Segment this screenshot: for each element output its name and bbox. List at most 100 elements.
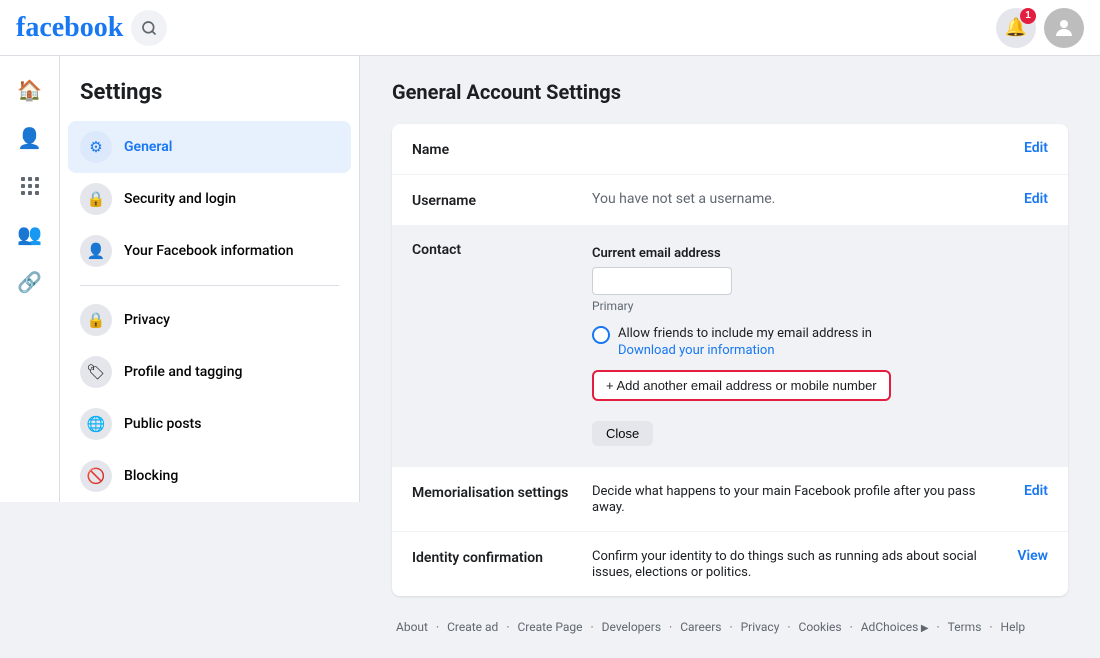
- identity-label: Identity confirmation: [412, 548, 592, 566]
- sidebar-item-public-posts[interactable]: 🌐 Public posts: [68, 398, 351, 450]
- facebook-logo: facebook: [16, 12, 123, 44]
- footer-separator: ·: [787, 620, 790, 634]
- sidebar-item-label: General: [124, 139, 172, 155]
- footer-separator: ·: [850, 620, 853, 634]
- sidebar-item-label: Profile and tagging: [124, 364, 242, 380]
- settings-sidebar: Settings ⚙ General 🔒 Security and login …: [60, 56, 360, 502]
- download-info-link[interactable]: Download your information: [618, 343, 872, 358]
- radio-dot: [597, 331, 605, 339]
- footer-link[interactable]: Create ad: [447, 620, 498, 634]
- memorialisation-edit-link[interactable]: Edit: [1024, 483, 1048, 499]
- close-button[interactable]: Close: [592, 421, 653, 446]
- username-row: Username You have not set a username. Ed…: [392, 175, 1068, 226]
- identity-desc: Confirm your identity to do things such …: [592, 549, 977, 580]
- identity-action: View: [1001, 548, 1048, 564]
- sidebar-item-blocking[interactable]: 🚫 Blocking: [68, 450, 351, 502]
- name-edit-link[interactable]: Edit: [1024, 140, 1048, 156]
- main-content: General Account Settings Name Edit Usern…: [360, 56, 1100, 658]
- footer-separator: ·: [669, 620, 672, 634]
- allow-friends-radio[interactable]: [592, 326, 610, 344]
- footer-link[interactable]: Careers: [680, 620, 721, 634]
- avatar-circle: [1044, 8, 1084, 48]
- blocking-icon: 🚫: [80, 460, 112, 492]
- search-icon: [141, 20, 157, 36]
- add-email-wrapper: + Add another email address or mobile nu…: [592, 370, 1048, 411]
- sidebar-item-label: Privacy: [124, 312, 170, 328]
- footer-link[interactable]: Developers: [602, 620, 661, 634]
- username-value: You have not set a username.: [592, 191, 775, 207]
- footer: About · Create ad · Create Page · Developers · C…: [392, 620, 1068, 634]
- contact-label: Contact: [412, 242, 592, 258]
- footer-separator: ·: [506, 620, 509, 634]
- sidebar-item-profile-tagging[interactable]: 🏷 Profile and tagging: [68, 346, 351, 398]
- general-icon: ⚙: [80, 131, 112, 163]
- contact-content: Current email address Primary Allow frie…: [592, 242, 1048, 450]
- footer-separator: ·: [729, 620, 732, 634]
- footer-link[interactable]: Privacy: [741, 620, 780, 634]
- notifications-button[interactable]: 🔔 1: [996, 8, 1036, 48]
- footer-link[interactable]: Help: [1001, 620, 1026, 634]
- nav-left: facebook: [16, 10, 167, 46]
- footer-link[interactable]: About: [396, 620, 428, 634]
- privacy-icon: 🔒: [80, 304, 112, 336]
- sidebar-divider: [80, 285, 339, 286]
- email-section-label: Current email address: [592, 246, 1048, 261]
- sidebar-item-security[interactable]: 🔒 Security and login: [68, 173, 351, 225]
- home-nav-button[interactable]: 🏠: [8, 68, 52, 112]
- memorialisation-action: Edit: [1008, 483, 1048, 499]
- footer-link[interactable]: Terms: [948, 620, 982, 634]
- footer-separator: ·: [989, 620, 992, 634]
- profile-tag-icon: 🏷: [80, 356, 112, 388]
- footer-separator: ·: [591, 620, 594, 634]
- search-button[interactable]: [131, 10, 167, 46]
- identity-row: Identity confirmation Confirm your ident…: [392, 532, 1068, 596]
- memorialisation-desc: Decide what happens to your main Faceboo…: [592, 484, 975, 515]
- footer-separator: ·: [436, 620, 439, 634]
- allow-friends-text: Allow friends to include my email addres…: [618, 326, 872, 341]
- email-input[interactable]: [592, 267, 732, 295]
- memorialisation-content: Decide what happens to your main Faceboo…: [592, 483, 1008, 515]
- profile-nav-button[interactable]: 👤: [8, 116, 52, 160]
- page-layout: 🏠 👤 👥 🔗 Settings ⚙ General 🔒 Security an…: [0, 56, 1100, 658]
- identity-content: Confirm your identity to do things such …: [592, 548, 1001, 580]
- username-action: Edit: [1008, 191, 1048, 207]
- public-posts-icon: 🌐: [80, 408, 112, 440]
- footer-link[interactable]: Cookies: [799, 620, 842, 634]
- settings-card: Name Edit Username You have not set a us…: [392, 124, 1068, 596]
- notification-badge: 1: [1020, 8, 1036, 24]
- name-action: Edit: [1008, 140, 1048, 156]
- sidebar-item-fb-info[interactable]: 👤 Your Facebook information: [68, 225, 351, 277]
- left-icon-bar: 🏠 👤 👥 🔗: [0, 56, 60, 502]
- groups-nav-button[interactable]: 👥: [8, 212, 52, 256]
- page-title: General Account Settings: [392, 80, 1068, 104]
- name-label: Name: [412, 140, 592, 158]
- allow-friends-text-block: Allow friends to include my email addres…: [618, 325, 872, 358]
- name-row: Name Edit: [392, 124, 1068, 175]
- memorialisation-row: Memorialisation settings Decide what hap…: [392, 467, 1068, 532]
- username-content: You have not set a username.: [592, 191, 1008, 207]
- identity-view-link[interactable]: View: [1017, 548, 1048, 564]
- settings-title: Settings: [68, 72, 351, 121]
- apps-icon: [20, 176, 40, 196]
- nav-right: 🔔 1: [996, 8, 1084, 48]
- profile-avatar-button[interactable]: [1044, 8, 1084, 48]
- sidebar-item-label: Security and login: [124, 191, 236, 207]
- footer-separator: ·: [937, 620, 940, 634]
- sidebar-item-privacy[interactable]: 🔒 Privacy: [68, 294, 351, 346]
- memorialisation-label: Memorialisation settings: [412, 483, 592, 501]
- footer-link[interactable]: Create Page: [517, 620, 582, 634]
- primary-label: Primary: [592, 299, 1048, 313]
- footer-link[interactable]: AdChoices ▶: [861, 620, 929, 634]
- sidebar-item-label: Blocking: [124, 468, 178, 484]
- apps-nav-button[interactable]: [8, 164, 52, 208]
- username-edit-link[interactable]: Edit: [1024, 191, 1048, 207]
- username-label: Username: [412, 191, 592, 209]
- fb-info-icon: 👤: [80, 235, 112, 267]
- sidebar-item-label: Public posts: [124, 416, 201, 432]
- sidebar-item-general[interactable]: ⚙ General: [68, 121, 351, 173]
- allow-friends-row: Allow friends to include my email addres…: [592, 325, 1048, 358]
- add-email-button[interactable]: + Add another email address or mobile nu…: [592, 370, 891, 401]
- top-nav: facebook 🔔 1: [0, 0, 1100, 56]
- user-avatar-icon: [1052, 16, 1076, 40]
- links-nav-button[interactable]: 🔗: [8, 260, 52, 304]
